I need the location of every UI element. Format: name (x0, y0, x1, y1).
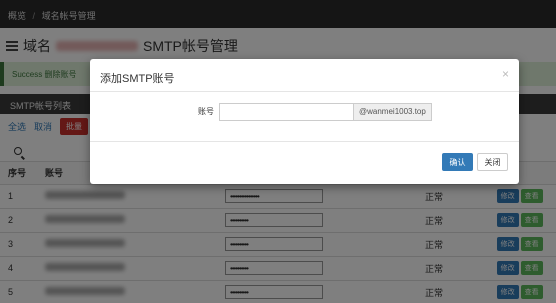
account-input[interactable] (219, 103, 354, 121)
close-icon[interactable]: × (502, 67, 509, 81)
confirm-button[interactable]: 确认 (442, 153, 473, 171)
modal-body: 账号 @wanmei1003.top (90, 92, 519, 142)
modal-title: 添加SMTP账号 (100, 73, 175, 85)
modal-footer: 确认 关闭 (90, 142, 519, 184)
account-field-label: 账号 (198, 107, 214, 116)
domain-suffix: @wanmei1003.top (354, 103, 432, 121)
close-button[interactable]: 关闭 (477, 153, 508, 171)
account-input-group: @wanmei1003.top (219, 103, 432, 121)
add-smtp-account-modal: 添加SMTP账号 × 账号 @wanmei1003.top 确认 关闭 (90, 59, 519, 184)
modal-header: 添加SMTP账号 × (90, 59, 519, 92)
